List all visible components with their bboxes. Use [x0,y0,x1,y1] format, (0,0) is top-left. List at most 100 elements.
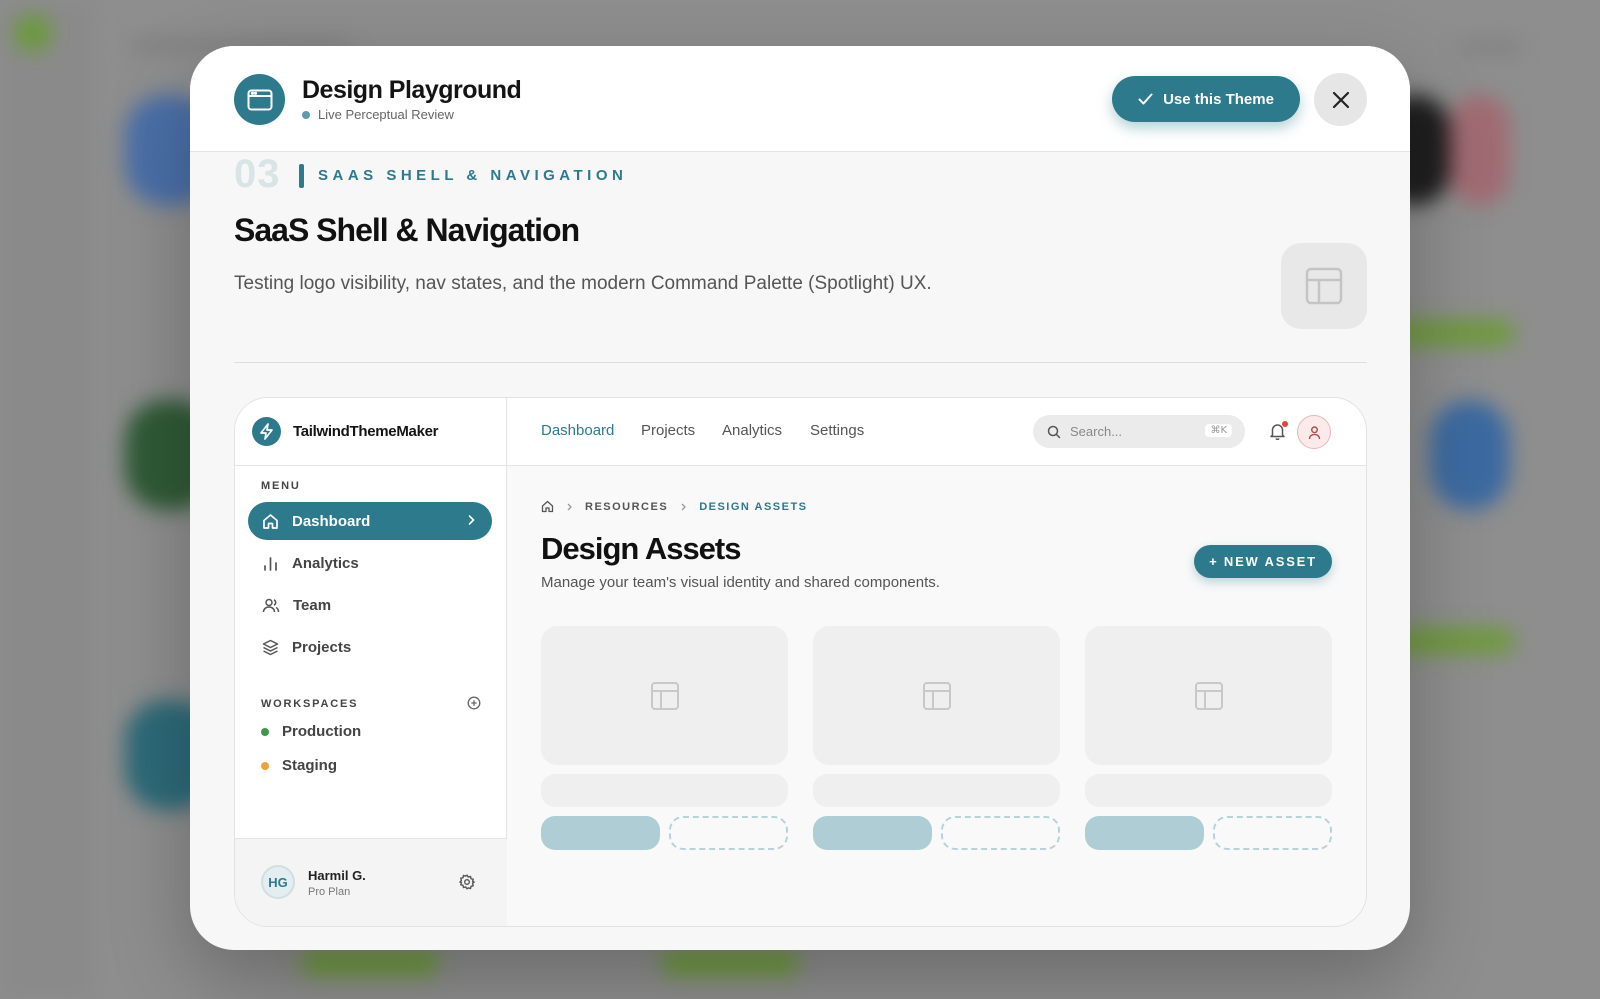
sidebar-item-label: Team [293,596,332,614]
layers-icon [262,639,279,655]
user-name: Harmil G. [308,868,366,883]
section-title: SaaS Shell & Navigation [234,212,580,248]
top-nav-projects[interactable]: Projects [641,422,695,439]
background-bar [1395,320,1515,346]
home-icon [263,513,278,529]
section-description: Testing logo visibility, nav states, and… [234,273,932,294]
asset-card-secondary-button[interactable] [941,816,1060,850]
asset-card-title-placeholder [1085,774,1332,807]
close-icon [1332,91,1349,108]
layout-icon [922,681,951,710]
user-avatar-button[interactable] [1297,415,1331,449]
search-placeholder: Search... [1070,424,1123,439]
sidebar-item-team[interactable]: Team [248,586,492,624]
section-accent-rule [299,164,304,188]
saas-shell-preview: TailwindThemeMaker MENU Dashboard Analyt… [234,397,1367,927]
menu-section-label: MENU [261,480,301,492]
workspace-status-dot [261,727,269,736]
background-logo [14,14,52,52]
chevron-right-icon [681,503,687,510]
main-content: RESOURCES DESIGN ASSETS Design Assets Ma… [507,466,1366,926]
asset-card-primary-button[interactable] [813,816,932,850]
sidebar-item-label: Dashboard [292,512,371,530]
top-nav-analytics[interactable]: Analytics [722,422,782,439]
search-shortcut-badge: ⌘K [1205,424,1232,437]
asset-card[interactable] [813,626,1060,850]
workspaces-section-label: WORKSPACES [261,698,359,710]
search-input[interactable]: Search... ⌘K [1033,415,1245,448]
background-line [1460,42,1520,52]
sidebar-item-label: Projects [292,638,352,656]
asset-card[interactable] [541,626,788,850]
asset-card-secondary-button[interactable] [669,816,788,850]
home-icon[interactable] [541,500,554,513]
close-button[interactable] [1314,73,1367,126]
asset-card-thumbnail [541,626,788,765]
use-theme-button[interactable]: Use this Theme [1112,76,1300,122]
brand[interactable]: TailwindThemeMaker [235,398,506,466]
asset-card-actions [813,816,1060,850]
asset-card-secondary-button[interactable] [1213,816,1332,850]
avatar[interactable]: HG [261,865,295,899]
modal-subtitle-text: Live Perceptual Review [318,107,454,122]
section-eyebrow: SAAS SHELL & NAVIGATION [318,167,628,184]
sidebar-item-projects[interactable]: Projects [248,628,492,666]
add-workspace-button[interactable] [467,696,481,715]
user-settings-button[interactable] [458,874,476,895]
layout-icon [1194,681,1223,710]
layout-icon [1305,267,1343,305]
check-icon [1138,93,1153,105]
background-bar [300,950,440,976]
asset-card-thumbnail [1085,626,1332,765]
design-playground-modal: Design Playground Live Perceptual Review… [190,46,1410,950]
sidebar: TailwindThemeMaker MENU Dashboard Analyt… [235,398,507,926]
asset-card-title-placeholder [541,774,788,807]
sidebar-item-label: Analytics [292,554,359,572]
section-icon-box [1281,243,1367,329]
users-icon [262,598,280,612]
chevron-right-icon [468,515,475,525]
modal-header: Design Playground Live Perceptual Review… [190,46,1410,152]
asset-card-title-placeholder [813,774,1060,807]
brand-name: TailwindThemeMaker [293,423,439,440]
page-title: Design Assets [541,531,741,566]
workspace-status-dot [261,761,269,770]
user-plan: Pro Plan [308,886,351,898]
browser-window-icon [234,74,285,125]
modal-title: Design Playground [302,76,522,104]
notification-badge [1282,421,1288,427]
live-status-dot [302,110,310,119]
user-panel: HG Harmil G. Pro Plan [235,838,507,926]
background-card [1430,400,1510,510]
plus-circle-icon [467,696,481,710]
section-number: 03 [234,152,281,196]
modal-subtitle: Live Perceptual Review [302,107,454,122]
background-card [1450,95,1510,205]
asset-card-primary-button[interactable] [1085,816,1204,850]
workspace-label: Staging [282,757,337,774]
use-theme-label: Use this Theme [1163,90,1274,108]
asset-card-actions [541,816,788,850]
section-divider [234,362,1367,363]
breadcrumb-resources[interactable]: RESOURCES [585,501,668,513]
page-subtitle: Manage your team's visual identity and s… [541,574,940,591]
chevron-right-icon [567,503,572,510]
workspace-item-staging[interactable]: Staging [261,757,337,774]
breadcrumb-design-assets: DESIGN ASSETS [699,500,808,513]
asset-card[interactable] [1085,626,1332,850]
breadcrumb: RESOURCES DESIGN ASSETS [541,500,808,513]
workspace-item-production[interactable]: Production [261,723,361,740]
top-nav-settings[interactable]: Settings [810,422,864,439]
sidebar-item-analytics[interactable]: Analytics [248,544,492,582]
new-asset-button[interactable]: + NEW ASSET [1194,545,1332,578]
background-bar [1395,628,1515,654]
background-bar [660,950,800,976]
workspace-label: Production [282,723,362,740]
top-nav-dashboard[interactable]: Dashboard [541,422,614,439]
sidebar-item-dashboard[interactable]: Dashboard [248,502,492,540]
gear-icon [458,874,476,890]
asset-card-primary-button[interactable] [541,816,660,850]
layout-icon [650,681,679,710]
lightning-icon [252,417,281,446]
asset-card-thumbnail [813,626,1060,765]
